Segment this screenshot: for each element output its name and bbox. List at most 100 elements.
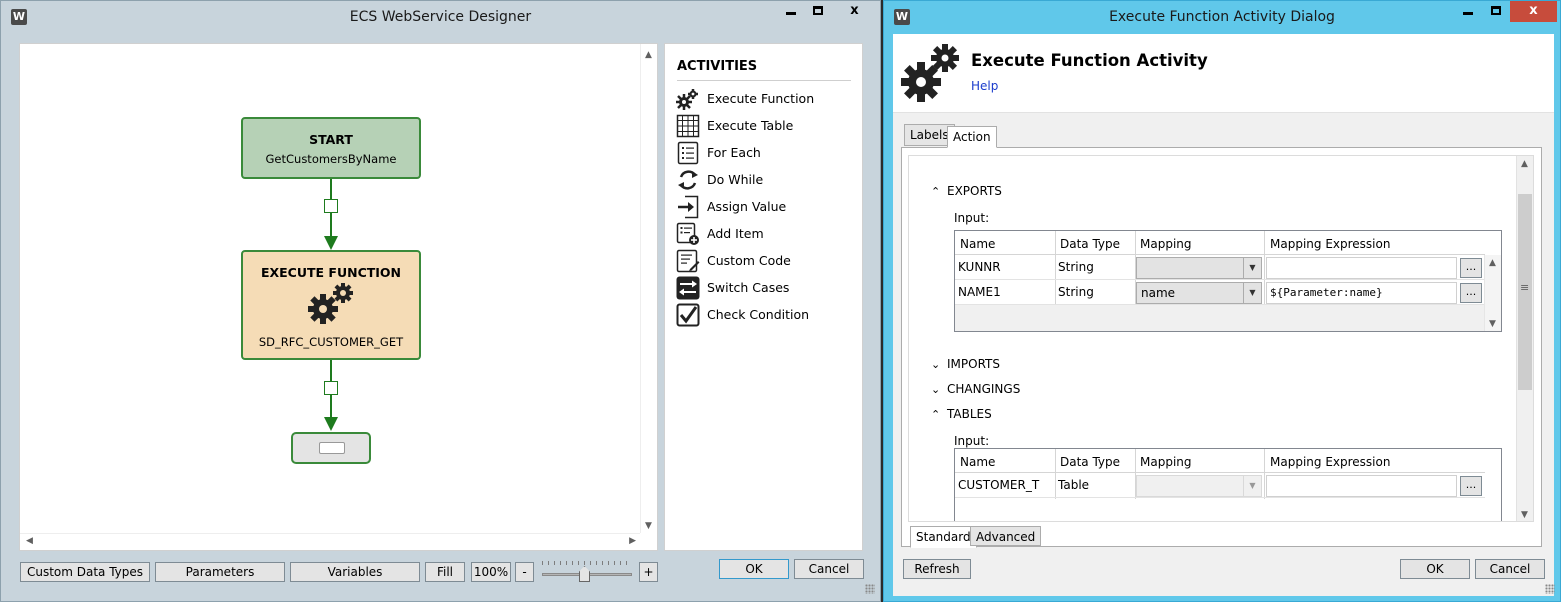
- activity-for-each[interactable]: For Each: [676, 141, 856, 165]
- maximize-button[interactable]: [804, 1, 831, 22]
- section-label: IMPORTS: [947, 357, 1000, 371]
- mapping-expression-input[interactable]: [1266, 475, 1457, 497]
- row-name: NAME1: [958, 285, 1001, 299]
- activity-switch-cases[interactable]: Switch Cases: [676, 276, 856, 300]
- chevron-up-icon: ⌃: [931, 185, 941, 198]
- section-label: TABLES: [947, 407, 992, 421]
- scroll-up-icon[interactable]: ▲: [1521, 159, 1528, 169]
- column-header: Data Type: [1060, 455, 1121, 469]
- ellipsis-button[interactable]: ...: [1460, 283, 1482, 303]
- maximize-button[interactable]: [1482, 1, 1509, 22]
- activity-check-condition[interactable]: Check Condition: [676, 303, 856, 327]
- activity-add-item[interactable]: Add Item: [676, 222, 856, 246]
- chevron-down-icon: ▼: [1243, 258, 1261, 278]
- dialog-heading: Execute Function Activity: [971, 51, 1208, 70]
- custom-data-types-button[interactable]: Custom Data Types: [20, 562, 150, 582]
- scroll-down-icon[interactable]: ▼: [1489, 319, 1496, 329]
- connector-handle[interactable]: [324, 381, 338, 395]
- zoom-slider-thumb[interactable]: [579, 566, 590, 582]
- table-row[interactable]: NAME1 String name ▼ ${Parameter:name} ...: [955, 280, 1485, 305]
- column-header: Mapping: [1140, 455, 1192, 469]
- table-grid-icon: [676, 114, 700, 138]
- scroll-left-icon[interactable]: ◀: [26, 536, 33, 546]
- designer-canvas[interactable]: ▲ ▼ ◀ ▶ START GetCustomersByName EXECUTE…: [19, 43, 658, 551]
- tab-standard[interactable]: Standard: [910, 526, 977, 548]
- resize-grip-icon[interactable]: [1545, 584, 1555, 594]
- start-node-title: START: [309, 132, 353, 147]
- ellipsis-button[interactable]: ...: [1460, 476, 1482, 496]
- fill-button[interactable]: Fill: [425, 562, 465, 582]
- ok-button[interactable]: OK: [1400, 559, 1470, 579]
- column-header: Name: [960, 455, 996, 469]
- scroll-up-icon[interactable]: ▲: [645, 50, 652, 60]
- mapping-dropdown[interactable]: name ▼: [1136, 282, 1262, 304]
- zoom-out-button[interactable]: -: [515, 562, 534, 582]
- activity-label: Custom Code: [707, 253, 791, 268]
- ellipsis-button[interactable]: ...: [1460, 258, 1482, 278]
- exports-section-header[interactable]: ⌃ EXPORTS: [931, 184, 1002, 198]
- assign-arrow-icon: [678, 195, 699, 219]
- activity-label: Do While: [707, 172, 764, 187]
- connector-handle[interactable]: [324, 199, 338, 213]
- zoom-slider-ticks: [542, 561, 632, 565]
- execute-function-node[interactable]: EXECUTE FUNCTION SD_RFC_CUSTOMER_GET: [241, 250, 421, 360]
- minimize-button[interactable]: [777, 1, 804, 22]
- mapping-dropdown[interactable]: ▼: [1136, 475, 1262, 497]
- scroll-right-icon[interactable]: ▶: [629, 536, 636, 546]
- help-link[interactable]: Help: [971, 79, 998, 93]
- table-row[interactable]: KUNNR String ▼ ...: [955, 255, 1485, 280]
- activity-assign-value[interactable]: Assign Value: [676, 195, 856, 219]
- gears-icon: [676, 89, 698, 110]
- designer-titlebar[interactable]: W ECS WebService Designer x: [1, 1, 880, 32]
- parameters-vertical-scrollbar[interactable]: ▲ ≡ ▼: [1516, 156, 1533, 521]
- canvas-vertical-scrollbar[interactable]: ▲ ▼: [640, 44, 657, 533]
- changings-section-header[interactable]: ⌄ CHANGINGS: [931, 382, 1020, 396]
- row-name: KUNNR: [958, 260, 1001, 274]
- mapping-expression-input[interactable]: [1266, 257, 1457, 279]
- start-node[interactable]: START GetCustomersByName: [241, 117, 421, 179]
- parameters-scroll-area[interactable]: ▲ ≡ ▼ ⌃ EXPORTS Input: Name Data Type Map…: [908, 155, 1534, 522]
- mapping-dropdown[interactable]: ▼: [1136, 257, 1262, 279]
- activity-label: Check Condition: [707, 307, 810, 322]
- variables-button[interactable]: Variables: [290, 562, 420, 582]
- zoom-in-button[interactable]: +: [639, 562, 658, 582]
- resize-grip-icon[interactable]: [865, 584, 875, 594]
- execute-node-subtitle: SD_RFC_CUSTOMER_GET: [258, 335, 404, 349]
- dialog-titlebar[interactable]: W Execute Function Activity Dialog x: [884, 1, 1560, 32]
- chevron-down-icon: ⌄: [931, 383, 941, 396]
- connector-arrow-icon: [324, 236, 338, 250]
- cancel-button[interactable]: Cancel: [1475, 559, 1545, 579]
- row-type: String: [1058, 260, 1094, 274]
- ok-button[interactable]: OK: [719, 559, 789, 579]
- refresh-button[interactable]: Refresh: [903, 559, 971, 579]
- scroll-up-icon[interactable]: ▲: [1489, 258, 1496, 268]
- parameters-button[interactable]: Parameters: [155, 562, 285, 582]
- imports-section-header[interactable]: ⌄ IMPORTS: [931, 357, 1000, 371]
- switch-icon: [676, 276, 700, 300]
- chevron-up-icon: ⌃: [931, 408, 941, 421]
- activity-custom-code[interactable]: Custom Code: [676, 249, 856, 273]
- minimize-button[interactable]: [1454, 1, 1481, 22]
- activity-do-while[interactable]: Do While: [676, 168, 856, 192]
- tab-action[interactable]: Action: [947, 126, 997, 148]
- scroll-down-icon[interactable]: ▼: [645, 521, 652, 531]
- grid-vertical-scrollbar[interactable]: ▲ ▼: [1484, 255, 1501, 331]
- tab-advanced[interactable]: Advanced: [970, 526, 1042, 546]
- add-item-icon: [676, 222, 699, 245]
- grid-header: Name Data Type Mapping Mapping Expressio…: [955, 449, 1485, 473]
- end-node[interactable]: [291, 432, 371, 464]
- close-button[interactable]: x: [831, 1, 878, 22]
- cancel-button[interactable]: Cancel: [794, 559, 864, 579]
- close-button[interactable]: x: [1510, 1, 1557, 22]
- activity-execute-function[interactable]: Execute Function: [676, 87, 856, 111]
- mapping-expression-input[interactable]: ${Parameter:name}: [1266, 282, 1457, 304]
- row-type: String: [1058, 285, 1094, 299]
- tables-section-header[interactable]: ⌃ TABLES: [931, 407, 992, 421]
- zoom-level-button[interactable]: 100%: [471, 562, 511, 582]
- activity-execute-table[interactable]: Execute Table: [676, 114, 856, 138]
- canvas-horizontal-scrollbar[interactable]: ◀ ▶: [20, 533, 640, 550]
- checkbox-icon: [676, 303, 700, 327]
- table-row[interactable]: CUSTOMER_T Table ▼ ...: [955, 473, 1485, 498]
- scroll-down-icon[interactable]: ▼: [1521, 510, 1528, 520]
- input-label: Input:: [954, 211, 990, 225]
